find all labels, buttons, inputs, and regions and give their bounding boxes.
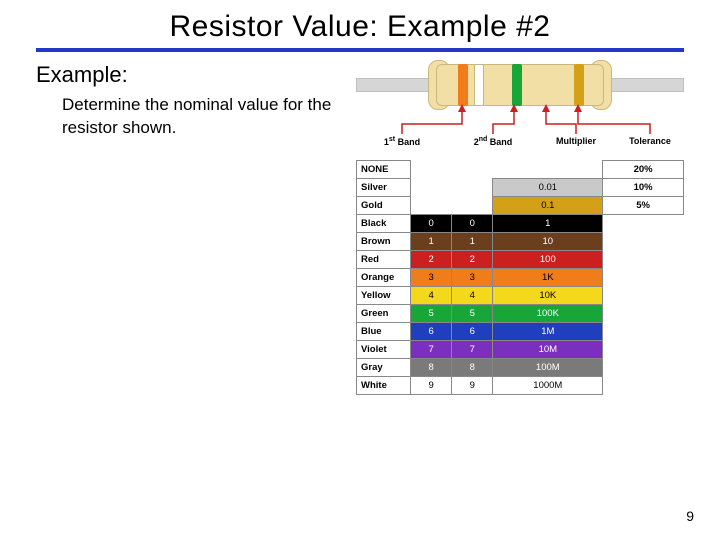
resistor-band-3 bbox=[512, 64, 522, 106]
table-cell bbox=[411, 179, 452, 197]
table-row: Black001 bbox=[357, 215, 684, 233]
table-cell: 100 bbox=[493, 251, 603, 269]
table-cell: 2 bbox=[452, 251, 493, 269]
table-row: Orange331K bbox=[357, 269, 684, 287]
table-cell-tolerance bbox=[603, 287, 684, 305]
color-name: Yellow bbox=[357, 287, 411, 305]
resistor-diagram: 1st Band 2nd Band Multiplier Tolerance bbox=[356, 58, 684, 158]
table-cell: 1 bbox=[493, 215, 603, 233]
table-cell: 5 bbox=[411, 305, 452, 323]
table-row: White991000M bbox=[357, 377, 684, 395]
table-cell bbox=[411, 197, 452, 215]
table-cell: 0.1 bbox=[493, 197, 603, 215]
table-cell-tolerance bbox=[603, 233, 684, 251]
table-row: Gold 0.15% bbox=[357, 197, 684, 215]
table-cell: 1 bbox=[452, 233, 493, 251]
table-cell-tolerance bbox=[603, 251, 684, 269]
table-cell: 100K bbox=[493, 305, 603, 323]
table-cell-tolerance bbox=[603, 215, 684, 233]
color-name: Black bbox=[357, 215, 411, 233]
color-name: Green bbox=[357, 305, 411, 323]
table-cell: 100M bbox=[493, 359, 603, 377]
resistor-band-1 bbox=[458, 64, 468, 106]
table-row: Silver 0.0110% bbox=[357, 179, 684, 197]
table-cell: 1M bbox=[493, 323, 603, 341]
table-cell bbox=[411, 161, 452, 179]
table-cell: 8 bbox=[452, 359, 493, 377]
resistor-band-4 bbox=[574, 64, 584, 106]
example-label: Example: bbox=[36, 62, 356, 88]
slide-title: Resistor Value: Example #2 bbox=[0, 0, 720, 48]
table-cell: 10K bbox=[493, 287, 603, 305]
table-cell: 4 bbox=[452, 287, 493, 305]
page-number: 9 bbox=[686, 508, 694, 524]
color-name: Gray bbox=[357, 359, 411, 377]
color-name: Blue bbox=[357, 323, 411, 341]
table-cell-tolerance: 10% bbox=[603, 179, 684, 197]
resistor-color-table: NONE20%Silver0.0110%Gold0.15%Black001Bro… bbox=[356, 160, 684, 395]
table-cell bbox=[452, 161, 493, 179]
table-cell: 2 bbox=[411, 251, 452, 269]
table-row: NONE 20% bbox=[357, 161, 684, 179]
table-cell-tolerance: 20% bbox=[603, 161, 684, 179]
label-multiplier: Multiplier bbox=[556, 136, 596, 146]
table-row: Yellow4410K bbox=[357, 287, 684, 305]
table-cell: 4 bbox=[411, 287, 452, 305]
label-tolerance: Tolerance bbox=[629, 136, 671, 146]
color-name: Gold bbox=[357, 197, 411, 215]
table-cell: 7 bbox=[411, 341, 452, 359]
table-row: Violet7710M bbox=[357, 341, 684, 359]
table-cell: 10M bbox=[493, 341, 603, 359]
table-cell-tolerance: 5% bbox=[603, 197, 684, 215]
color-name: White bbox=[357, 377, 411, 395]
table-cell: 10 bbox=[493, 233, 603, 251]
table-cell-tolerance bbox=[603, 341, 684, 359]
color-name: Red bbox=[357, 251, 411, 269]
table-cell: 1 bbox=[411, 233, 452, 251]
table-cell: 1000M bbox=[493, 377, 603, 395]
label-2nd-band: 2nd Band bbox=[474, 136, 513, 147]
table-row: Blue661M bbox=[357, 323, 684, 341]
table-cell bbox=[452, 197, 493, 215]
table-cell-tolerance bbox=[603, 377, 684, 395]
table-cell-tolerance bbox=[603, 269, 684, 287]
table-cell: 6 bbox=[452, 323, 493, 341]
table-cell: 0 bbox=[411, 215, 452, 233]
table-cell-tolerance bbox=[603, 359, 684, 377]
table-row: Brown1110 bbox=[357, 233, 684, 251]
color-name: Silver bbox=[357, 179, 411, 197]
table-cell: 3 bbox=[452, 269, 493, 287]
table-cell: 9 bbox=[411, 377, 452, 395]
color-name: Brown bbox=[357, 233, 411, 251]
table-cell bbox=[493, 161, 603, 179]
table-cell: 0.01 bbox=[493, 179, 603, 197]
table-row: Red22100 bbox=[357, 251, 684, 269]
table-row: Green55100K bbox=[357, 305, 684, 323]
table-cell: 1K bbox=[493, 269, 603, 287]
table-cell: 6 bbox=[411, 323, 452, 341]
table-cell bbox=[452, 179, 493, 197]
table-cell: 3 bbox=[411, 269, 452, 287]
resistor-band-2 bbox=[474, 64, 484, 106]
table-cell: 0 bbox=[452, 215, 493, 233]
table-cell-tolerance bbox=[603, 323, 684, 341]
example-prompt: Determine the nominal value for the resi… bbox=[36, 94, 356, 140]
table-cell: 5 bbox=[452, 305, 493, 323]
table-row: Gray88100M bbox=[357, 359, 684, 377]
table-cell-tolerance bbox=[603, 305, 684, 323]
table-cell: 8 bbox=[411, 359, 452, 377]
table-cell: 7 bbox=[452, 341, 493, 359]
color-name: NONE bbox=[357, 161, 411, 179]
color-name: Orange bbox=[357, 269, 411, 287]
label-1st-band: 1st Band bbox=[384, 136, 420, 147]
table-cell: 9 bbox=[452, 377, 493, 395]
color-name: Violet bbox=[357, 341, 411, 359]
